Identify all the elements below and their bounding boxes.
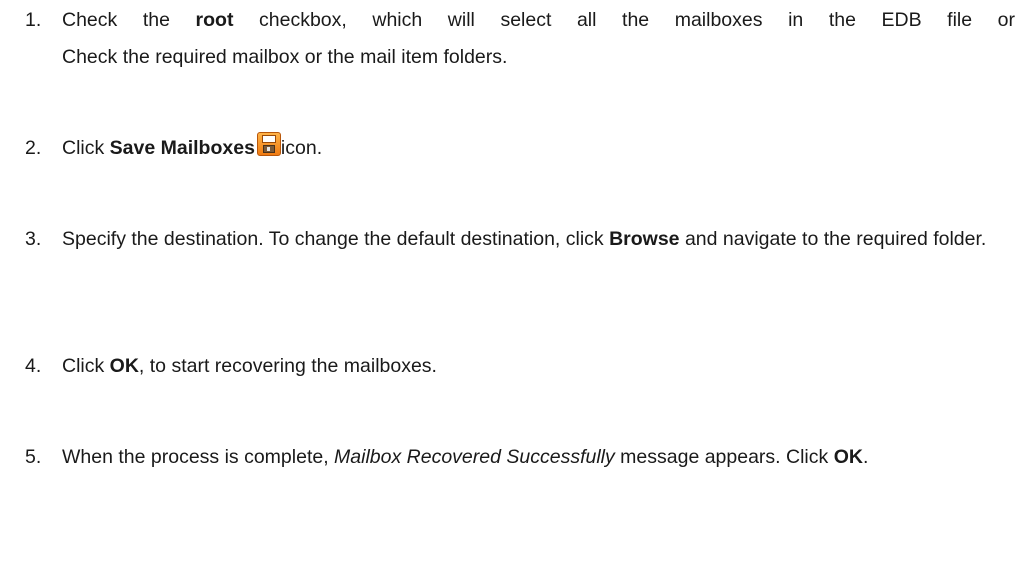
step-3: 3. Specify the destination. To change th… (25, 221, 1015, 258)
term-save-mailboxes: Save Mailboxes (109, 137, 255, 159)
step-text: Check the root checkbox, which will sele… (62, 2, 1015, 76)
step-number: 3. (25, 228, 42, 250)
step-line: Check the required mailbox or the mail i… (62, 46, 508, 68)
step-number: 2. (25, 137, 42, 159)
message-name: Mailbox Recovered Successfully (334, 446, 615, 468)
step-text: Click Save Mailboxes icon. (62, 130, 1015, 167)
step-5: 5. When the process is complete, Mailbox… (25, 439, 1015, 476)
step-2: 2. Click Save Mailboxes icon. (25, 130, 1015, 167)
step-number: 1. (25, 9, 42, 31)
step-text: When the process is complete, Mailbox Re… (62, 446, 869, 468)
step-number: 4. (25, 355, 42, 377)
step-text: Specify the destination. To change the d… (62, 228, 987, 250)
step-1: 1. Check the root checkbox, which will s… (25, 2, 1015, 76)
term-root: root (195, 9, 234, 31)
term-browse: Browse (609, 228, 680, 250)
step-text: Click OK, to start recovering the mailbo… (62, 355, 437, 377)
step-line: Check the root checkbox, which will sele… (62, 9, 1015, 31)
step-4: 4. Click OK, to start recovering the mai… (25, 348, 1015, 385)
save-floppy-icon (256, 132, 281, 156)
term-ok: OK (833, 446, 863, 468)
term-ok: OK (109, 355, 139, 377)
step-number: 5. (25, 446, 42, 468)
